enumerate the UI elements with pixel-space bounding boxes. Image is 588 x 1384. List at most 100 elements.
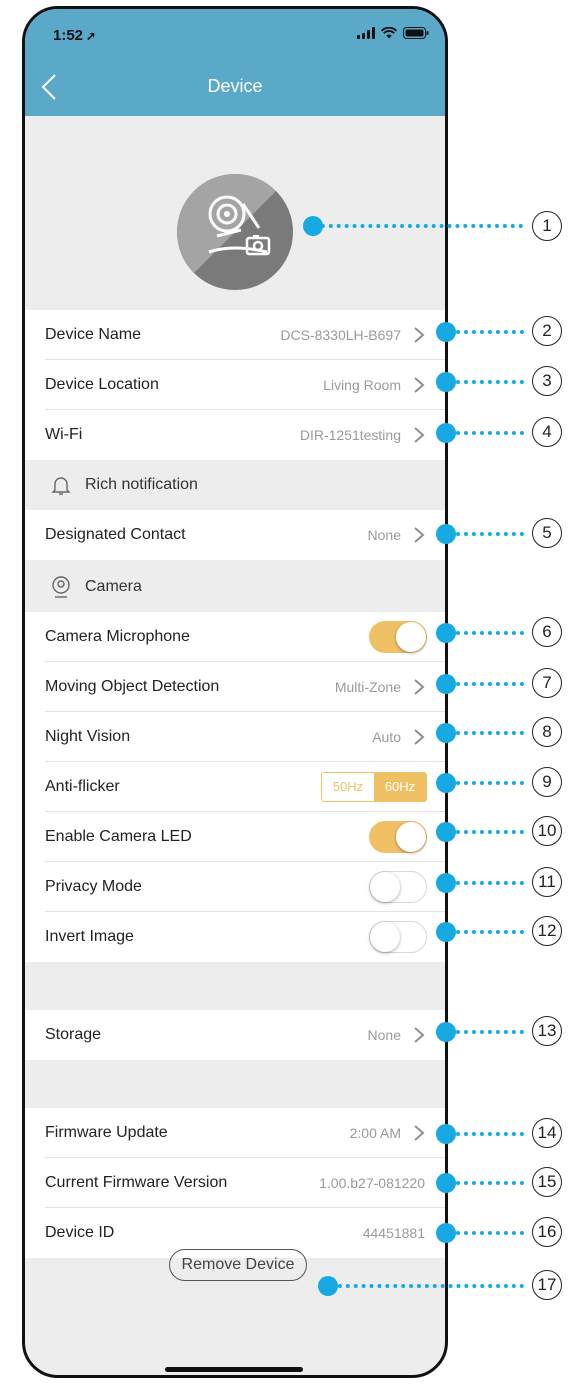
callout-3: 3	[532, 366, 562, 396]
callout-leader	[448, 1181, 524, 1185]
callout-leader	[313, 224, 523, 228]
callout-dot	[436, 674, 456, 694]
callout-dot	[436, 524, 456, 544]
privacy-mode-toggle[interactable]	[369, 871, 427, 903]
callout-17: 17	[532, 1270, 562, 1300]
device-avatar[interactable]	[177, 174, 293, 290]
device-location-row[interactable]: Device Location Living Room	[25, 360, 445, 410]
enable-camera-led-toggle[interactable]	[369, 821, 427, 853]
chevron-right-icon	[414, 1027, 425, 1043]
device-location-value: Living Room	[323, 377, 401, 393]
moving-object-detection-label: Moving Object Detection	[45, 678, 220, 695]
callout-1: 1	[532, 211, 562, 241]
callout-leader	[448, 1132, 524, 1136]
rich-notification-label: Rich notification	[85, 476, 198, 493]
callout-dot	[436, 822, 456, 842]
device-name-row[interactable]: Device Name DCS-8330LH-B697	[25, 310, 445, 360]
callout-8: 8	[532, 717, 562, 747]
callout-dot	[436, 1124, 456, 1144]
storage-value: None	[367, 1027, 401, 1043]
anti-flicker-60hz[interactable]: 60Hz	[374, 773, 426, 801]
signal-icon	[357, 27, 375, 39]
anti-flicker-50hz[interactable]: 50Hz	[322, 773, 374, 801]
moving-object-detection-row[interactable]: Moving Object Detection Multi-Zone	[25, 662, 445, 712]
chevron-right-icon	[414, 527, 425, 543]
camera-microphone-label: Camera Microphone	[45, 628, 190, 645]
firmware-version-label: Current Firmware Version	[45, 1174, 228, 1191]
device-name-label: Device Name	[45, 326, 142, 343]
bell-icon	[51, 477, 71, 495]
callout-leader	[448, 781, 524, 785]
callout-12: 12	[532, 916, 562, 946]
firmware-update-row[interactable]: Firmware Update 2:00 AM	[25, 1108, 445, 1158]
anti-flicker-segmented-control: 50Hz 60Hz	[321, 772, 427, 802]
callout-13: 13	[532, 1016, 562, 1046]
night-vision-value: Auto	[372, 729, 401, 745]
callout-16: 16	[532, 1217, 562, 1247]
callout-dot	[436, 372, 456, 392]
wifi-icon	[381, 27, 397, 39]
callout-14: 14	[532, 1118, 562, 1148]
callout-leader	[448, 1030, 524, 1034]
callout-dot	[436, 423, 456, 443]
callout-leader	[448, 731, 524, 735]
callout-dot	[303, 216, 323, 236]
chevron-right-icon	[414, 679, 425, 695]
enable-camera-led-row: Enable Camera LED	[25, 812, 445, 862]
camera-microphone-row: Camera Microphone	[25, 612, 445, 662]
toggle-knob	[396, 822, 426, 852]
firmware-version-value: 1.00.b27-081220	[319, 1175, 425, 1191]
anti-flicker-row: Anti-flicker 50Hz 60Hz	[25, 762, 445, 812]
rich-notification-header: Rich notification	[25, 460, 445, 510]
callout-dot	[436, 1173, 456, 1193]
designated-contact-value: None	[367, 527, 401, 543]
chevron-right-icon	[414, 1125, 425, 1141]
wifi-row[interactable]: Wi-Fi DIR-1251testing	[25, 410, 445, 460]
designated-contact-row[interactable]: Designated Contact None	[25, 510, 445, 560]
privacy-mode-row: Privacy Mode	[25, 862, 445, 912]
callout-leader	[448, 330, 524, 334]
callout-leader	[448, 631, 524, 635]
callout-dot	[436, 1223, 456, 1243]
location-arrow-icon: ➚	[86, 29, 97, 43]
callout-dot	[318, 1276, 338, 1296]
wifi-label: Wi-Fi	[45, 426, 83, 443]
callout-2: 2	[532, 316, 562, 346]
device-location-label: Device Location	[45, 376, 159, 393]
callout-dot	[436, 623, 456, 643]
callout-leader	[448, 930, 524, 934]
remove-device-button[interactable]: Remove Device	[169, 1249, 307, 1281]
storage-row[interactable]: Storage None	[25, 1010, 445, 1060]
invert-image-row: Invert Image	[25, 912, 445, 962]
camera-header: Camera	[25, 562, 445, 612]
toggle-knob	[370, 872, 400, 902]
callout-5: 5	[532, 518, 562, 548]
callout-15: 15	[532, 1167, 562, 1197]
anti-flicker-label: Anti-flicker	[45, 778, 120, 795]
home-indicator	[165, 1367, 303, 1372]
callout-leader	[448, 532, 524, 536]
enable-camera-led-label: Enable Camera LED	[45, 828, 192, 845]
night-vision-label: Night Vision	[45, 728, 131, 745]
callout-leader	[448, 881, 524, 885]
firmware-update-label: Firmware Update	[45, 1124, 168, 1141]
camera-label: Camera	[85, 578, 142, 595]
callout-dot	[436, 773, 456, 793]
chevron-right-icon	[414, 729, 425, 745]
nav-bar: Device	[25, 59, 445, 116]
firmware-version-row: Current Firmware Version 1.00.b27-081220	[25, 1158, 445, 1208]
night-vision-row[interactable]: Night Vision Auto	[25, 712, 445, 762]
callout-dot	[436, 723, 456, 743]
callout-11: 11	[532, 867, 562, 897]
callout-leader	[448, 380, 524, 384]
status-bar: 1:52 ➚	[25, 9, 445, 59]
callout-leader	[330, 1284, 524, 1288]
device-id-value: 44451881	[362, 1225, 425, 1241]
toggle-knob	[370, 922, 400, 952]
invert-image-toggle[interactable]	[369, 921, 427, 953]
callout-10: 10	[532, 816, 562, 846]
device-name-value: DCS-8330LH-B697	[280, 327, 401, 343]
camera-microphone-toggle[interactable]	[369, 621, 427, 653]
camera-icon	[52, 576, 70, 598]
callout-dot	[436, 922, 456, 942]
